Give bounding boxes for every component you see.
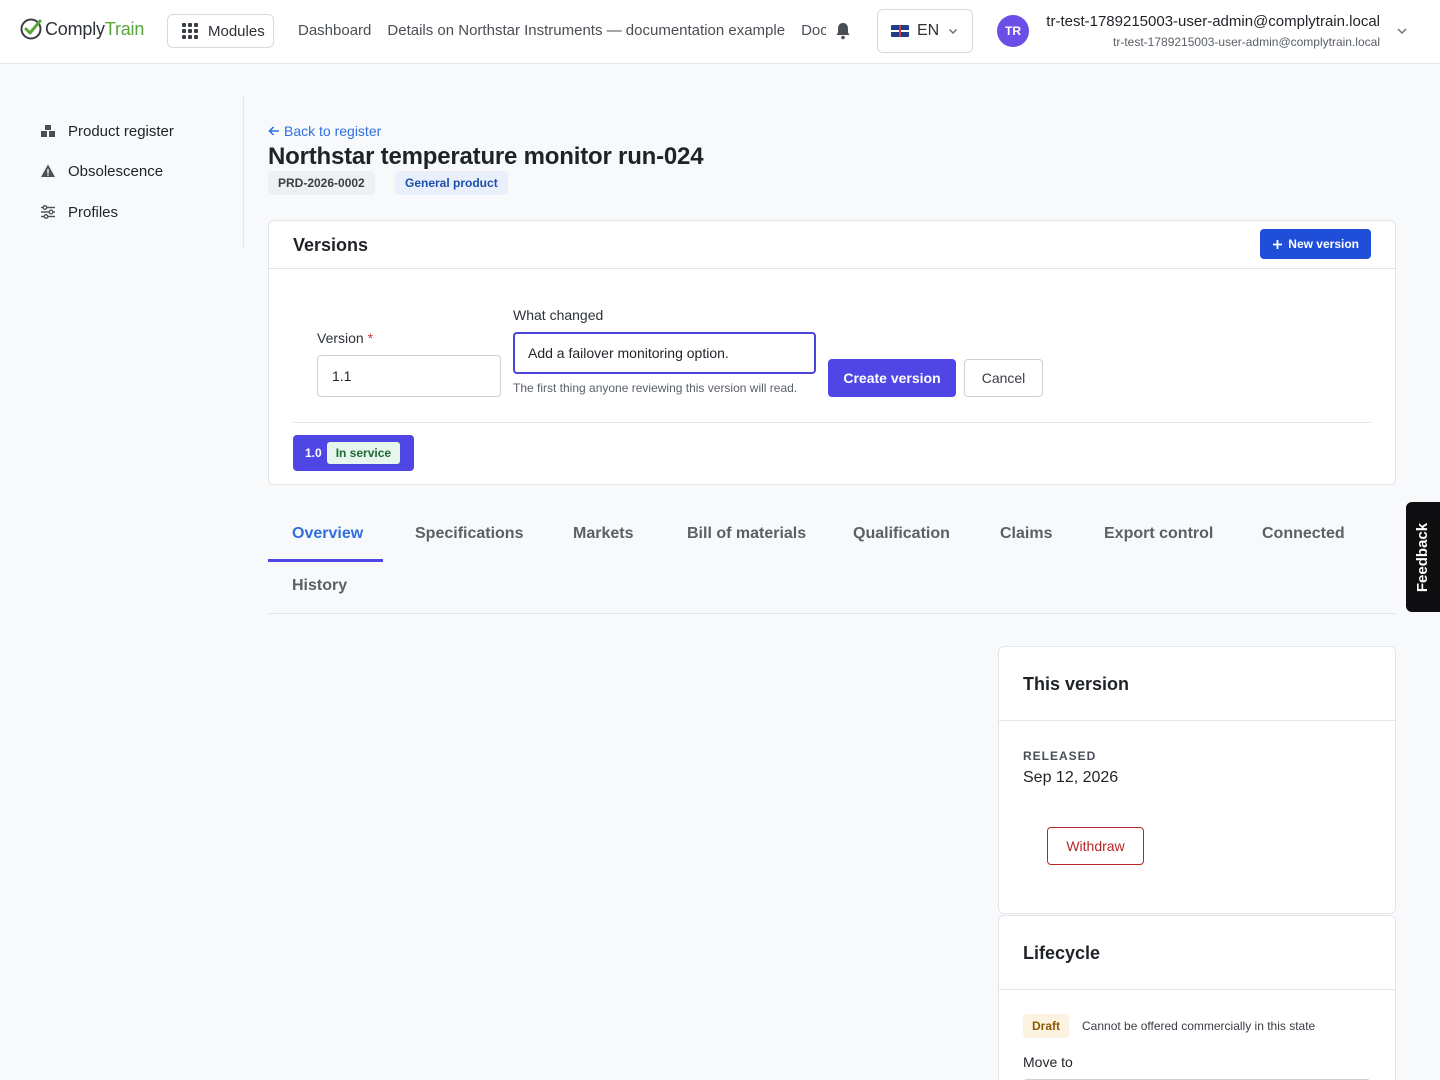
lifecycle-state-badge: Draft bbox=[1023, 1014, 1070, 1038]
new-version-label: New version bbox=[1288, 237, 1359, 251]
this-version-card: This version RELEASED Sep 12, 2026 Withd… bbox=[998, 646, 1396, 914]
versions-title: Versions bbox=[293, 235, 369, 255]
top-bar: ComplyTrain Modules Dashboard Details on … bbox=[0, 0, 1440, 64]
avatar[interactable]: TR bbox=[997, 15, 1029, 47]
tab-qualification[interactable]: Qualification bbox=[853, 525, 950, 543]
required-marker: * bbox=[367, 330, 374, 346]
breadcrumb: Dashboard Details on Northstar Instrument… bbox=[298, 22, 826, 39]
version-chip-1-0[interactable]: 1.0 In service bbox=[293, 435, 414, 471]
language-label: EN bbox=[917, 22, 940, 39]
released-label: RELEASED bbox=[1023, 749, 1097, 763]
modules-button[interactable]: Modules bbox=[167, 14, 274, 48]
breadcrumb-dashboard[interactable]: Dashboard bbox=[298, 22, 371, 39]
sidebar-item-profiles[interactable]: Profiles bbox=[40, 201, 118, 223]
user-name[interactable]: tr-test-1789215003-user-admin@complytrai… bbox=[1046, 13, 1380, 30]
arrow-left-icon bbox=[268, 126, 279, 136]
new-version-button[interactable]: New version bbox=[1260, 229, 1371, 259]
what-changed-input[interactable]: Add a failover monitoring option. bbox=[513, 332, 816, 374]
tabs-divider bbox=[268, 613, 1396, 614]
sidebar-item-obsolescence[interactable]: Obsolescence bbox=[40, 160, 163, 182]
what-changed-hint: The first thing anyone reviewing this ve… bbox=[513, 381, 798, 395]
grid-icon bbox=[182, 23, 198, 39]
feedback-label: Feedback bbox=[1414, 522, 1432, 592]
sidebar: Product register Obsolescence Profiles bbox=[0, 96, 244, 248]
sidebar-item-label: Obsolescence bbox=[68, 162, 164, 180]
tab-claims[interactable]: Claims bbox=[1000, 525, 1052, 543]
tab-connected[interactable]: Connected bbox=[1262, 525, 1345, 543]
tab-bill-of-materials[interactable]: Bill of materials bbox=[687, 525, 806, 543]
product-type-badge: General product bbox=[395, 171, 508, 195]
boxes-icon bbox=[41, 125, 55, 137]
version-input[interactable]: 1.1 bbox=[317, 355, 501, 397]
withdraw-button[interactable]: Withdraw bbox=[1047, 827, 1144, 865]
back-link-label: Back to register bbox=[284, 123, 382, 139]
versions-divider bbox=[293, 422, 1371, 423]
tab-specifications[interactable]: Specifications bbox=[415, 525, 523, 543]
user-menu-chevron-icon[interactable] bbox=[1395, 24, 1409, 38]
sliders-icon bbox=[41, 205, 55, 219]
product-id-badge: PRD-2026-0002 bbox=[268, 171, 375, 195]
uk-flag-icon bbox=[891, 25, 909, 37]
sidebar-item-label: Profiles bbox=[68, 203, 119, 221]
released-date: Sep 12, 2026 bbox=[1023, 769, 1119, 786]
lifecycle-card: Lifecycle Draft Cannot be offered commer… bbox=[998, 915, 1396, 1080]
language-selector[interactable]: EN bbox=[877, 9, 973, 53]
tab-history[interactable]: History bbox=[292, 577, 347, 595]
version-status-badge: In service bbox=[326, 442, 401, 464]
this-version-header: This version bbox=[999, 647, 1395, 721]
plus-icon bbox=[1273, 239, 1283, 249]
what-changed-label: What changed bbox=[513, 307, 604, 323]
move-to-label: Move to bbox=[1023, 1054, 1073, 1070]
complytrain-logo[interactable]: ComplyTrain bbox=[19, 17, 144, 41]
create-version-button[interactable]: Create version bbox=[828, 359, 956, 397]
cancel-button[interactable]: Cancel bbox=[964, 359, 1043, 397]
warning-icon bbox=[41, 164, 55, 177]
active-tab-indicator bbox=[268, 559, 383, 562]
chevron-down-icon bbox=[949, 28, 958, 35]
logo-text: ComplyTrain bbox=[45, 18, 145, 39]
this-version-title: This version bbox=[1023, 674, 1130, 694]
lifecycle-state-note: Cannot be offered commercially in this s… bbox=[1082, 1019, 1316, 1033]
sidebar-item-product-register[interactable]: Product register bbox=[40, 120, 174, 142]
tab-markets[interactable]: Markets bbox=[573, 525, 633, 543]
tab-overview[interactable]: Overview bbox=[292, 525, 363, 543]
back-to-register-link[interactable]: Back to register bbox=[268, 123, 381, 139]
lifecycle-title: Lifecycle bbox=[1023, 943, 1101, 963]
bell-icon[interactable] bbox=[833, 21, 853, 41]
logo-check-icon bbox=[20, 18, 42, 40]
sidebar-item-label: Product register bbox=[68, 122, 174, 140]
tab-export-control[interactable]: Export control bbox=[1104, 525, 1213, 543]
lifecycle-header: Lifecycle bbox=[999, 916, 1395, 990]
breadcrumb-documentation[interactable]: Documentation bbox=[801, 22, 826, 39]
versions-card-header: Versions New version bbox=[269, 221, 1395, 269]
page-title: Northstar temperature monitor run-024 bbox=[268, 143, 704, 170]
breadcrumb-product-details[interactable]: Details on Northstar Instruments — docum… bbox=[387, 22, 785, 39]
user-email: tr-test-1789215003-user-admin@complytrai… bbox=[1113, 35, 1380, 49]
modules-label: Modules bbox=[208, 22, 265, 40]
version-number: 1.0 bbox=[305, 446, 322, 460]
feedback-tab[interactable]: Feedback bbox=[1406, 502, 1440, 612]
versions-card: Versions New version bbox=[268, 220, 1396, 485]
version-field-label: Version * bbox=[317, 330, 374, 346]
